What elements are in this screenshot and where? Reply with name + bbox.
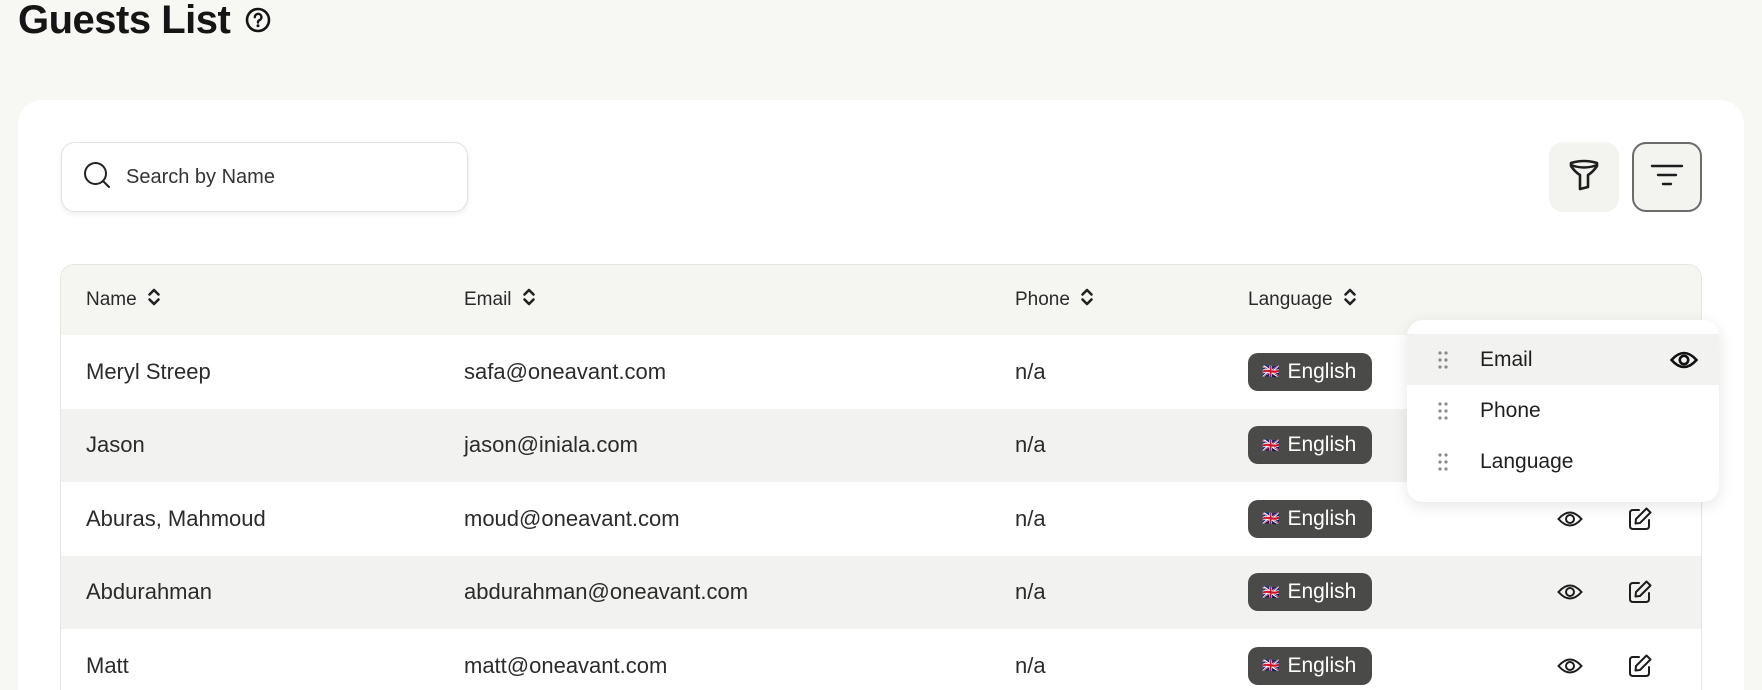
guest-name: Abdurahman	[86, 579, 212, 605]
edit-icon[interactable]	[1625, 651, 1655, 681]
uk-flag-icon: 🇬🇧	[1262, 657, 1280, 674]
filter-icon	[1567, 158, 1601, 197]
guest-name: Jason	[86, 432, 145, 458]
language-badge: 🇬🇧 English	[1248, 426, 1373, 465]
drag-handle-icon[interactable]	[1437, 401, 1449, 421]
search-icon	[82, 160, 112, 195]
menu-item-language[interactable]: Language	[1407, 436, 1719, 487]
guest-name: Meryl Streep	[86, 358, 211, 384]
eye-icon[interactable]	[1669, 345, 1699, 375]
guest-name: Matt	[86, 652, 129, 678]
sort-icon	[147, 287, 161, 313]
column-header-phone[interactable]: Phone	[1015, 287, 1094, 313]
guest-phone: n/a	[1015, 358, 1046, 384]
column-visibility-menu: Email Phone Language	[1407, 320, 1719, 502]
filter-button[interactable]	[1549, 142, 1619, 212]
table-row[interactable]: Abdurahman abdurahman@oneavant.com n/a 🇬…	[61, 555, 1701, 629]
search-box[interactable]	[61, 142, 468, 212]
column-header-name[interactable]: Name	[86, 287, 161, 313]
view-eye-icon[interactable]	[1555, 504, 1585, 534]
guest-email: safa@oneavant.com	[464, 358, 667, 384]
column-header-email[interactable]: Email	[464, 287, 536, 313]
uk-flag-icon: 🇬🇧	[1262, 363, 1280, 380]
guest-email: abdurahman@oneavant.com	[464, 579, 749, 605]
sort-icon	[522, 287, 536, 313]
menu-item-label: Phone	[1480, 398, 1541, 422]
guest-phone: n/a	[1015, 432, 1046, 458]
table-row[interactable]: Matt matt@oneavant.com n/a 🇬🇧 English	[61, 629, 1701, 690]
guest-email: moud@oneavant.com	[464, 505, 680, 531]
guest-name: Aburas, Mahmoud	[86, 505, 266, 531]
language-badge: 🇬🇧 English	[1248, 499, 1373, 538]
column-header-language[interactable]: Language	[1248, 287, 1357, 313]
sort-lines-icon	[1650, 162, 1684, 193]
columns-menu-button[interactable]	[1632, 142, 1702, 212]
language-badge: 🇬🇧 English	[1248, 646, 1373, 685]
edit-icon[interactable]	[1625, 504, 1655, 534]
language-badge: 🇬🇧 English	[1248, 352, 1373, 391]
guest-phone: n/a	[1015, 652, 1046, 678]
drag-handle-icon[interactable]	[1437, 350, 1449, 370]
page-header: Guests List	[18, 0, 272, 40]
uk-flag-icon: 🇬🇧	[1262, 510, 1280, 527]
menu-item-email[interactable]: Email	[1407, 334, 1719, 385]
menu-item-phone[interactable]: Phone	[1407, 385, 1719, 436]
page-title: Guests List	[18, 0, 231, 42]
help-icon[interactable]	[244, 6, 272, 34]
guests-card: Name Email Phone Language Meryl Streep s…	[18, 100, 1744, 690]
search-input[interactable]	[126, 165, 426, 189]
uk-flag-icon: 🇬🇧	[1262, 436, 1280, 453]
guest-email: matt@oneavant.com	[464, 652, 668, 678]
drag-handle-icon[interactable]	[1437, 452, 1449, 472]
guest-email: jason@iniala.com	[464, 432, 638, 458]
language-badge: 🇬🇧 English	[1248, 573, 1373, 612]
guest-phone: n/a	[1015, 579, 1046, 605]
view-eye-icon[interactable]	[1555, 651, 1585, 681]
menu-item-label: Email	[1480, 347, 1533, 371]
sort-icon	[1343, 287, 1357, 313]
guest-phone: n/a	[1015, 505, 1046, 531]
uk-flag-icon: 🇬🇧	[1262, 583, 1280, 600]
edit-icon[interactable]	[1625, 577, 1655, 607]
menu-item-label: Language	[1480, 449, 1574, 473]
view-eye-icon[interactable]	[1555, 577, 1585, 607]
sort-icon	[1080, 287, 1094, 313]
